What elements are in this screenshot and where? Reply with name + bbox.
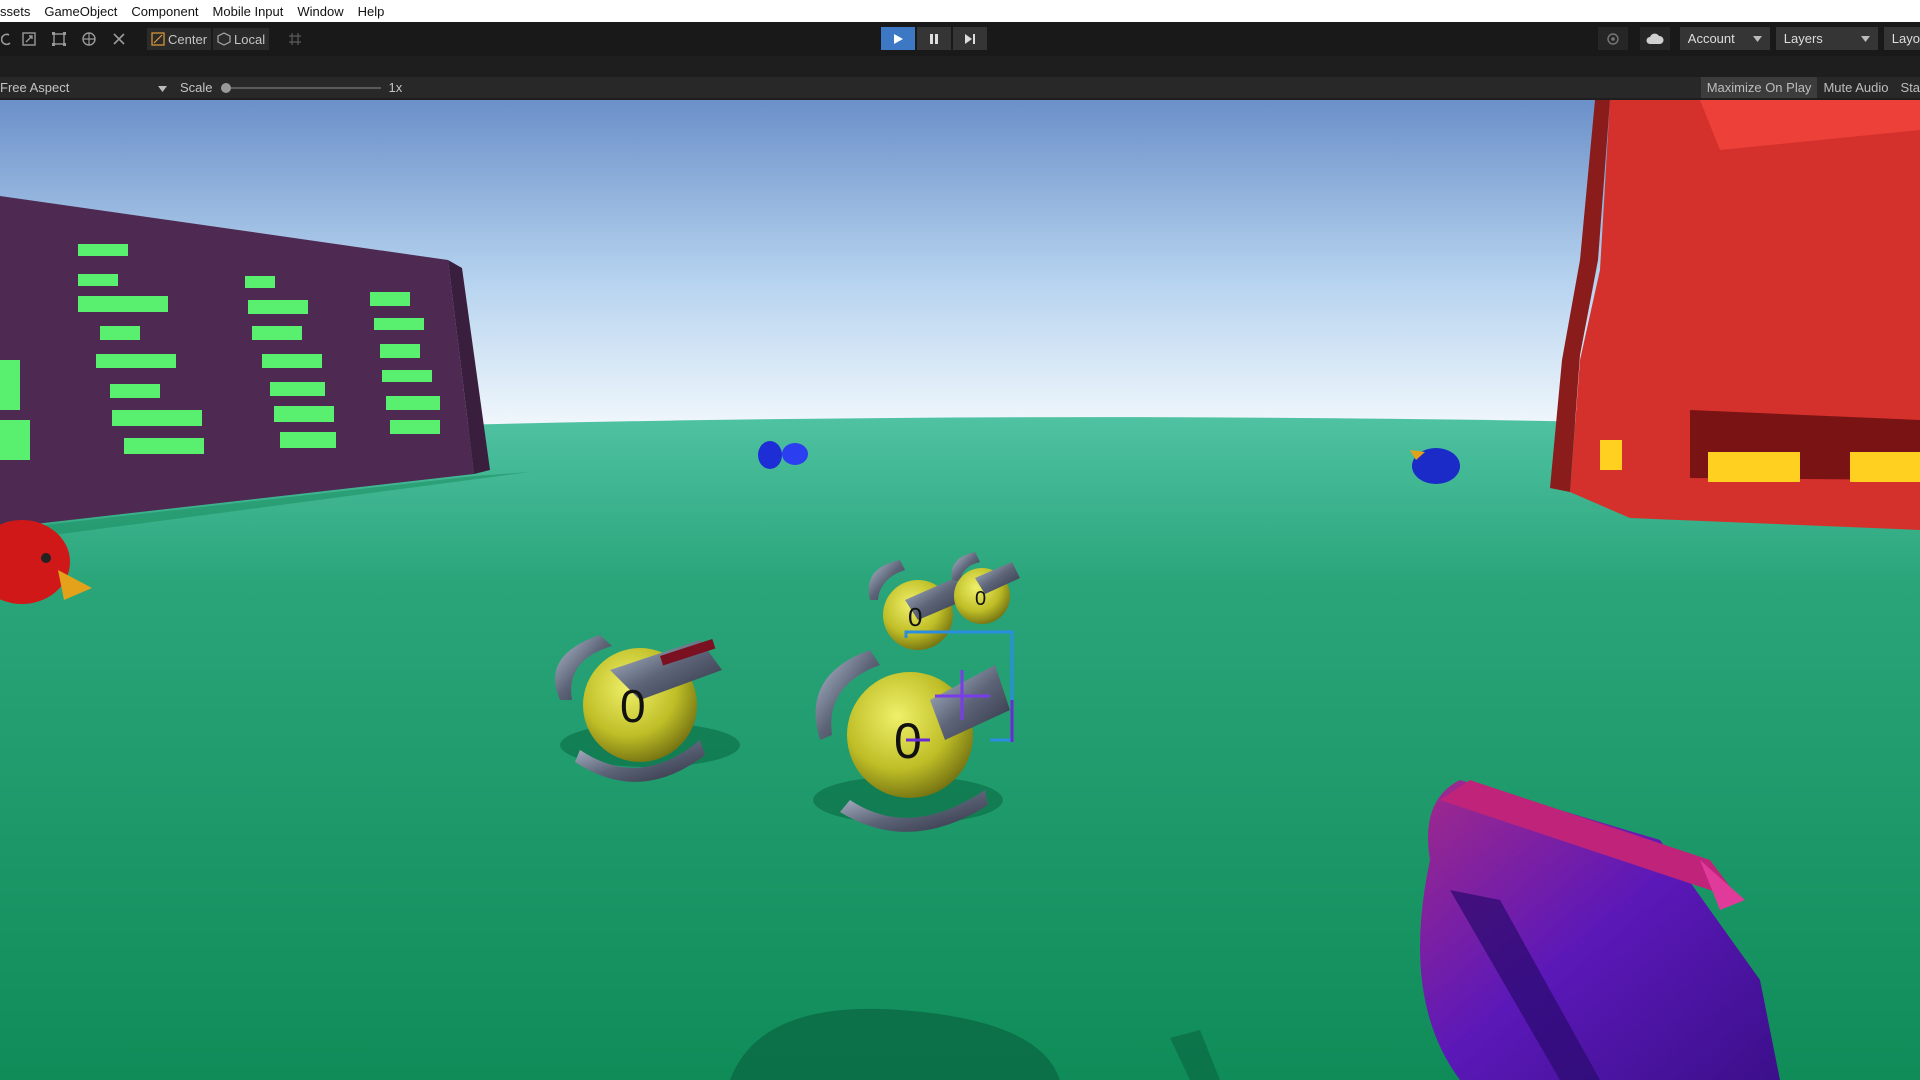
- layout-dropdown[interactable]: Layo: [1883, 27, 1920, 50]
- menu-window[interactable]: Window: [290, 4, 350, 19]
- playback-controls: [881, 27, 987, 50]
- scale-label: Scale: [180, 80, 213, 95]
- stats-toggle[interactable]: Sta: [1894, 77, 1920, 98]
- pivot-local-icon: [217, 32, 231, 46]
- collab-button[interactable]: [1597, 27, 1628, 50]
- game-view-header: Free Aspect Scale 1x Maximize On Play Mu…: [0, 56, 1920, 100]
- play-icon: [894, 33, 903, 44]
- layout-label: Layo: [1891, 31, 1920, 46]
- grid-snap-icon[interactable]: [280, 27, 310, 51]
- maximize-on-play-toggle[interactable]: Maximize On Play: [1700, 77, 1818, 98]
- pivot-center-label: Center: [168, 31, 208, 47]
- scale-slider[interactable]: [220, 82, 381, 93]
- pivot-local-toggle[interactable]: Local: [212, 27, 271, 51]
- custom-tool-icon[interactable]: [104, 27, 134, 51]
- menu-help[interactable]: Help: [351, 4, 392, 19]
- scale-tool-icon[interactable]: [14, 27, 44, 51]
- pause-button[interactable]: [917, 27, 951, 50]
- robot-3-label: 0: [908, 602, 922, 632]
- game-view-toolbar: Free Aspect Scale 1x Maximize On Play Mu…: [0, 77, 1920, 98]
- menu-mobile-input[interactable]: Mobile Input: [206, 4, 291, 19]
- toolbar-right: Account Layers Layo: [1597, 27, 1920, 50]
- pivot-local-label: Local: [234, 31, 266, 47]
- transform-tool-icon[interactable]: [74, 27, 104, 51]
- layers-dropdown[interactable]: Layers: [1775, 27, 1878, 50]
- play-button[interactable]: [881, 27, 915, 50]
- chevron-down-icon: [1860, 35, 1870, 42]
- collab-icon: [1607, 32, 1619, 45]
- menu-assets[interactable]: ssets: [0, 4, 37, 19]
- pivot-center-icon: [151, 32, 165, 46]
- menu-component[interactable]: Component: [124, 4, 205, 19]
- account-label: Account: [1687, 31, 1735, 46]
- layers-label: Layers: [1783, 31, 1823, 46]
- cloud-icon: [1646, 33, 1664, 44]
- robot-1-label: 0: [620, 680, 646, 732]
- menu-bar: ssets GameObject Component Mobile Input …: [0, 0, 1920, 22]
- chevron-down-icon: [1752, 35, 1762, 42]
- mute-audio-toggle[interactable]: Mute Audio: [1817, 77, 1894, 98]
- chevron-down-icon: [158, 86, 167, 92]
- menu-gameobject[interactable]: GameObject: [37, 4, 124, 19]
- main-toolbar: Center Local Account Layers Layo: [0, 22, 1920, 56]
- scale-value: 1x: [388, 80, 403, 95]
- account-dropdown[interactable]: Account: [1679, 27, 1770, 50]
- pause-icon: [930, 33, 938, 44]
- step-button[interactable]: [953, 27, 987, 50]
- aspect-dropdown[interactable]: Free Aspect: [0, 80, 170, 95]
- step-icon: [965, 33, 975, 44]
- game-scene: 0 0 0 0: [0, 100, 1920, 1080]
- robot-4-label: 0: [975, 588, 986, 610]
- scale-slider-thumb[interactable]: [220, 82, 231, 93]
- rotate-tool-icon[interactable]: [0, 27, 14, 51]
- pivot-center-toggle[interactable]: Center: [146, 27, 213, 51]
- game-view-options: Maximize On Play Mute Audio Sta: [1700, 77, 1920, 98]
- game-viewport[interactable]: 0 0 0 0: [0, 100, 1920, 1080]
- rect-tool-icon[interactable]: [44, 27, 74, 51]
- cloud-button[interactable]: [1639, 27, 1670, 50]
- aspect-label: Free Aspect: [0, 80, 70, 95]
